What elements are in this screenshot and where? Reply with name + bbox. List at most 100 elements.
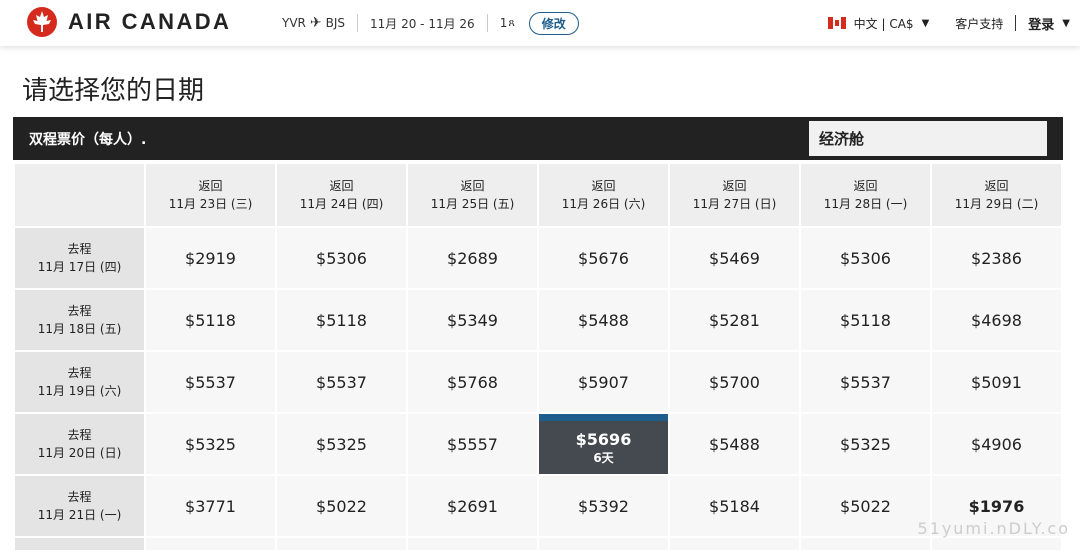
cabin-selector[interactable]: 经济舱 [809, 121, 1047, 156]
return-label: 返回 [932, 177, 1061, 195]
departure-date: 11月 17日 (四) [15, 258, 144, 276]
fare-cell[interactable]: $5537 [277, 352, 406, 412]
fare-cell[interactable]: $5676 [539, 228, 668, 288]
fare-price: $5469 [709, 249, 760, 268]
return-date-header-row: 返回11月 23日 (三)返回11月 24日 (四)返回11月 25日 (五)返… [15, 164, 1061, 226]
fare-cell[interactable]: $5306 [277, 228, 406, 288]
return-date-header: 返回11月 27日 (日) [670, 164, 799, 226]
separator [487, 14, 488, 32]
maple-leaf-icon [26, 6, 58, 38]
return-label: 返回 [408, 177, 537, 195]
return-label: 返回 [801, 177, 930, 195]
fare-price: $5488 [578, 311, 629, 330]
customer-support-link[interactable]: 客户支持 [955, 15, 1003, 32]
chevron-down-icon[interactable]: ▼ [922, 18, 930, 29]
fare-price: $3771 [185, 497, 236, 516]
fare-cell[interactable]: $2386 [932, 228, 1061, 288]
chevron-down-icon[interactable]: ▼ [1062, 18, 1070, 29]
fare-cell[interactable]: $2691 [408, 476, 537, 536]
fare-cell[interactable] [408, 538, 537, 550]
fare-cell[interactable]: $5392 [539, 476, 668, 536]
fare-price: $1976 [969, 497, 1025, 516]
fare-price: $2386 [971, 249, 1022, 268]
login-link[interactable]: 登录 [1028, 14, 1054, 33]
fare-cell[interactable]: $4698 [932, 290, 1061, 350]
top-navigation-bar: AIR CANADA YVR ✈ BJS 11月 20 - 11月 26 1 ጸ… [0, 0, 1080, 46]
fare-price: $5118 [840, 311, 891, 330]
page-title: 请选择您的日期 [22, 70, 204, 107]
fare-price: $5091 [971, 373, 1022, 392]
fare-table: 返回11月 23日 (三)返回11月 24日 (四)返回11月 25日 (五)返… [13, 162, 1063, 552]
fare-cell[interactable]: $2689 [408, 228, 537, 288]
return-date: 11月 23日 (三) [146, 195, 275, 213]
modify-button[interactable]: 修改 [529, 12, 579, 35]
language-currency-selector[interactable]: 中文 | CA$ [854, 15, 914, 32]
fare-price: $2691 [447, 497, 498, 516]
fare-cell[interactable]: $5281 [670, 290, 799, 350]
fare-cell[interactable] [539, 538, 668, 550]
return-date-header: 返回11月 23日 (三) [146, 164, 275, 226]
destination-code: BJS [326, 16, 345, 30]
fare-price: $5118 [316, 311, 367, 330]
return-date: 11月 28日 (一) [801, 195, 930, 213]
fare-price: $5306 [316, 249, 367, 268]
fare-price: $5349 [447, 311, 498, 330]
fare-cell[interactable] [801, 538, 930, 550]
fare-cell[interactable] [670, 538, 799, 550]
corner-cell [15, 164, 144, 226]
fare-row: 去程11月 21日 (一)$3771$5022$2691$5392$5184$5… [15, 476, 1061, 536]
fare-cell[interactable]: $5022 [277, 476, 406, 536]
fare-cell[interactable]: $5768 [408, 352, 537, 412]
fare-cell[interactable]: $5325 [277, 414, 406, 474]
fare-cell[interactable]: $5700 [670, 352, 799, 412]
fare-cell[interactable]: $5325 [146, 414, 275, 474]
fare-cell[interactable]: $5118 [277, 290, 406, 350]
grid-header: 双程票价（每人）. 经济舱 [13, 117, 1063, 160]
fare-cell[interactable]: $5118 [801, 290, 930, 350]
return-date-header: 返回11月 26日 (六) [539, 164, 668, 226]
air-canada-logo[interactable]: AIR CANADA [26, 6, 231, 38]
fare-cell[interactable]: $2919 [146, 228, 275, 288]
trip-summary: YVR ✈ BJS 11月 20 - 11月 26 1 ጸ 修改 [282, 0, 579, 46]
fare-cell[interactable]: $3771 [146, 476, 275, 536]
fare-cell[interactable]: $5557 [408, 414, 537, 474]
fare-cell[interactable]: $5184 [670, 476, 799, 536]
fare-cell[interactable] [277, 538, 406, 550]
departure-date-header [15, 538, 144, 550]
fare-row: 去程11月 19日 (六)$5537$5537$5768$5907$5700$5… [15, 352, 1061, 412]
fare-cell[interactable]: $5091 [932, 352, 1061, 412]
fare-price: $5392 [578, 497, 629, 516]
departure-date-header: 去程11月 20日 (日) [15, 414, 144, 474]
fare-cell[interactable]: $5118 [146, 290, 275, 350]
fare-cell[interactable]: $5469 [670, 228, 799, 288]
fare-cell[interactable]: $5349 [408, 290, 537, 350]
departure-date: 11月 18日 (五) [15, 320, 144, 338]
departure-label: 去程 [15, 488, 144, 506]
fare-cell[interactable]: $5907 [539, 352, 668, 412]
fare-type-label: 双程票价（每人）. [29, 129, 146, 149]
canada-flag-icon [828, 17, 846, 29]
fare-cell[interactable]: $4906 [932, 414, 1061, 474]
departure-date-header: 去程11月 19日 (六) [15, 352, 144, 412]
fare-price: $5488 [709, 435, 760, 454]
fare-price: $5325 [840, 435, 891, 454]
fare-row-partial [15, 538, 1061, 550]
fare-row: 去程11月 18日 (五)$5118$5118$5349$5488$5281$5… [15, 290, 1061, 350]
fare-cell[interactable]: $5022 [801, 476, 930, 536]
fare-cell[interactable]: $5537 [801, 352, 930, 412]
fare-cell[interactable]: $5537 [146, 352, 275, 412]
departure-label: 去程 [15, 302, 144, 320]
fare-price: $4906 [971, 435, 1022, 454]
departure-date-header: 去程11月 18日 (五) [15, 290, 144, 350]
fare-price: $5281 [709, 311, 760, 330]
fare-cell[interactable] [146, 538, 275, 550]
fare-cell[interactable]: $5325 [801, 414, 930, 474]
fare-cell[interactable]: $5488 [539, 290, 668, 350]
return-date: 11月 27日 (日) [670, 195, 799, 213]
fare-cell[interactable]: $5488 [670, 414, 799, 474]
selected-fare-cell[interactable]: $56966天 [539, 414, 668, 474]
fare-price: $5306 [840, 249, 891, 268]
departure-label: 去程 [15, 364, 144, 382]
fare-cell[interactable] [932, 538, 1061, 550]
fare-cell[interactable]: $5306 [801, 228, 930, 288]
